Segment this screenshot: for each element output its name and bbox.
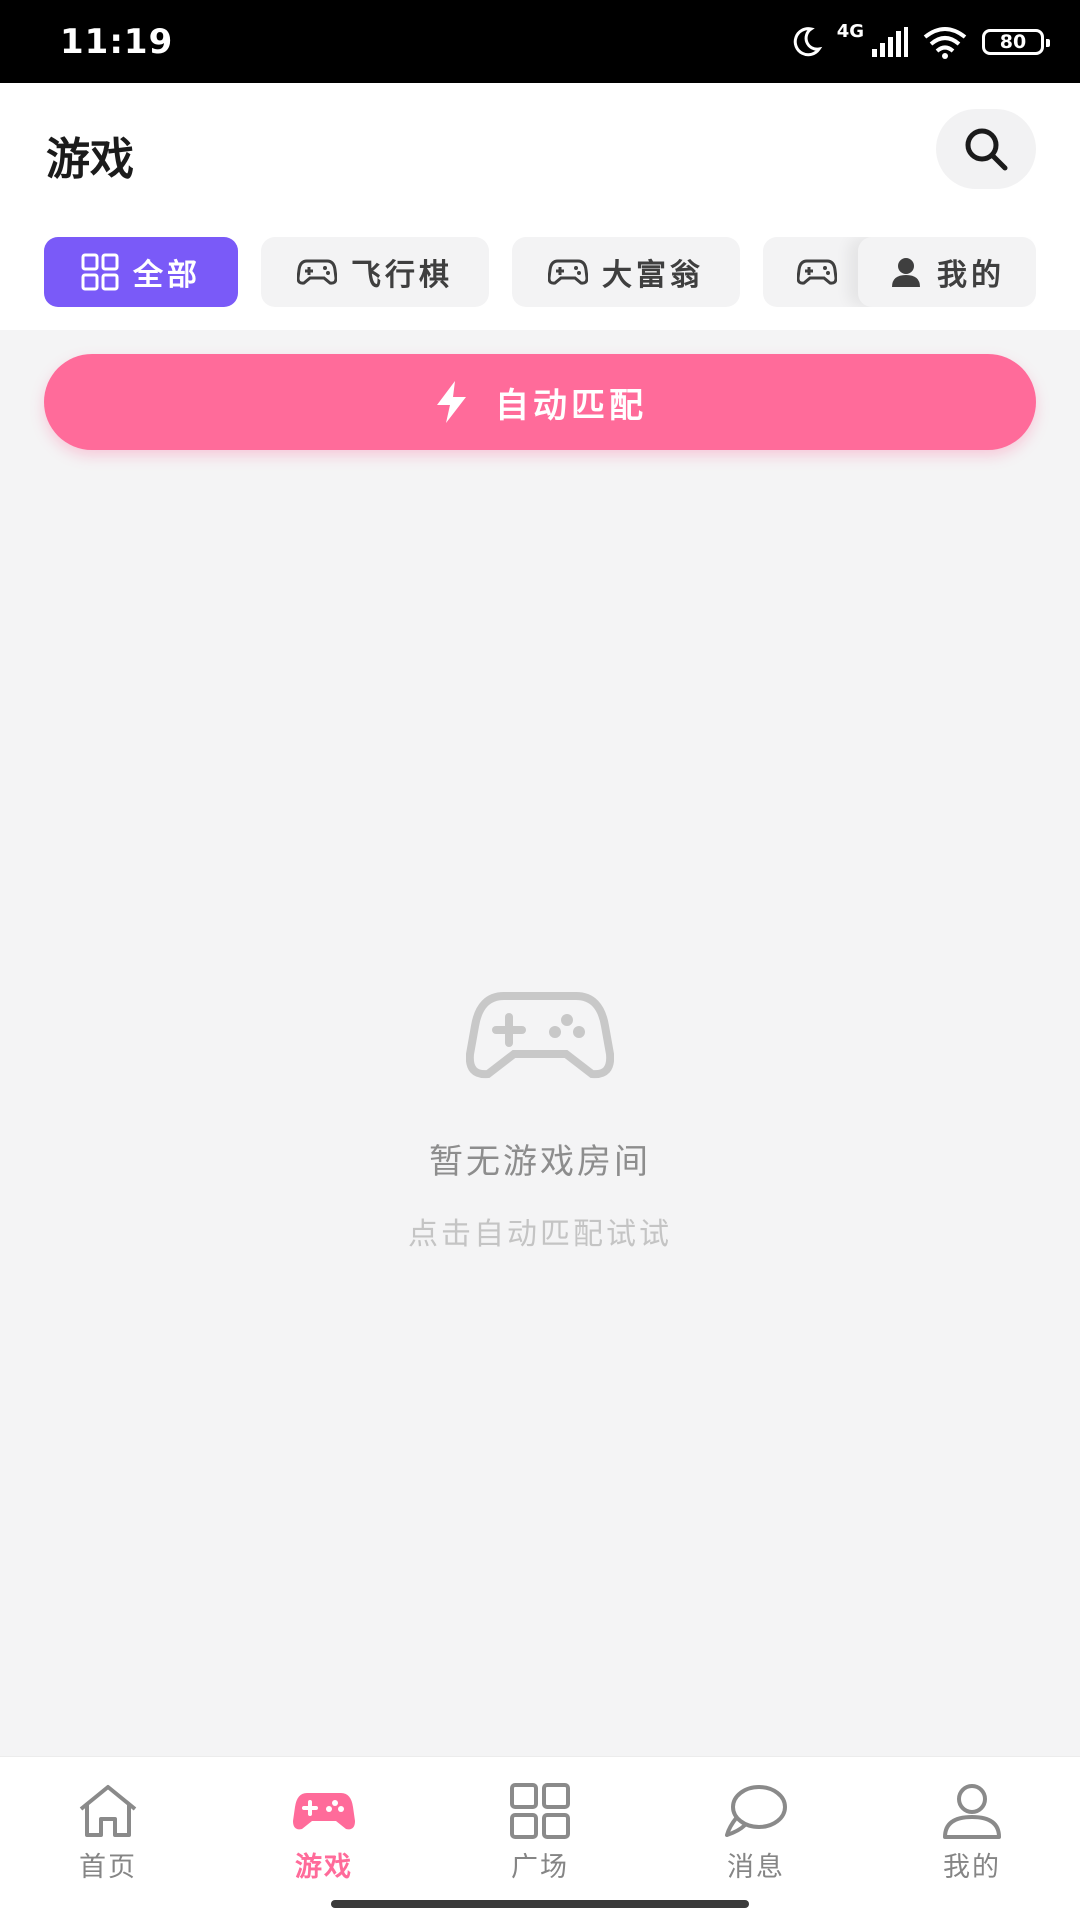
grid-icon — [81, 253, 119, 291]
nav-label: 消息 — [727, 1852, 785, 1883]
empty-subtitle: 点击自动匹配试试 — [408, 1217, 672, 1252]
user-icon — [943, 1784, 1001, 1839]
user-icon — [892, 258, 920, 287]
nav-home[interactable]: 首页 — [28, 1783, 188, 1893]
gamepad-icon — [548, 259, 588, 285]
network-type: 4G — [836, 21, 864, 42]
category-tabs: 全部 飞行棋 大富翁 我的 — [0, 237, 1080, 307]
gamepad-icon — [797, 259, 837, 285]
auto-match-label: 自动匹配 — [495, 385, 647, 426]
grid-icon — [510, 1783, 570, 1839]
home-indicator[interactable] — [331, 1900, 749, 1908]
bottom-nav: 首页 游戏 广场 消息 我的 — [0, 1756, 1080, 1921]
tab-all[interactable]: 全部 — [44, 237, 238, 307]
nav-label: 首页 — [79, 1852, 137, 1883]
header: 游戏 全部 飞行棋 大富翁 我的 — [0, 83, 1080, 330]
lightning-icon — [437, 381, 466, 423]
status-time: 11:19 — [60, 21, 174, 62]
tab-label: 飞行棋 — [351, 258, 453, 293]
tab-mine[interactable]: 我的 — [858, 237, 1036, 307]
tab-label: 全部 — [133, 258, 201, 293]
signal-icon — [872, 26, 908, 57]
nav-square[interactable]: 广场 — [460, 1783, 620, 1893]
nav-mine[interactable]: 我的 — [892, 1783, 1052, 1893]
wifi-icon — [923, 26, 967, 59]
moon-icon — [793, 26, 822, 56]
tab-label: 大富翁 — [602, 258, 704, 293]
chat-icon — [725, 1785, 787, 1837]
battery-indicator: 80 — [982, 28, 1050, 55]
tab-ludo[interactable]: 飞行棋 — [261, 237, 489, 307]
gamepad-icon — [297, 259, 337, 285]
nav-label: 广场 — [511, 1852, 569, 1883]
tab-label: 我的 — [937, 258, 1005, 293]
search-icon — [965, 128, 1008, 171]
status-icons: 4G 80 — [789, 21, 1050, 59]
empty-state: 暂无游戏房间 点击自动匹配试试 — [0, 990, 1080, 1253]
tab-monopoly[interactable]: 大富翁 — [512, 237, 740, 307]
page-title: 游戏 — [46, 134, 134, 185]
status-bar: 11:19 4G 80 — [0, 0, 1080, 83]
auto-match-button[interactable]: 自动匹配 — [44, 354, 1036, 450]
nav-games[interactable]: 游戏 — [244, 1783, 404, 1893]
gamepad-icon — [466, 992, 614, 1079]
home-icon — [79, 1785, 137, 1837]
nav-label: 我的 — [943, 1852, 1001, 1883]
nav-label: 游戏 — [295, 1852, 353, 1883]
battery-level: 80 — [999, 30, 1027, 53]
nav-messages[interactable]: 消息 — [676, 1783, 836, 1893]
empty-title: 暂无游戏房间 — [429, 1142, 651, 1182]
gamepad-icon — [293, 1793, 355, 1830]
search-button[interactable] — [936, 109, 1036, 189]
